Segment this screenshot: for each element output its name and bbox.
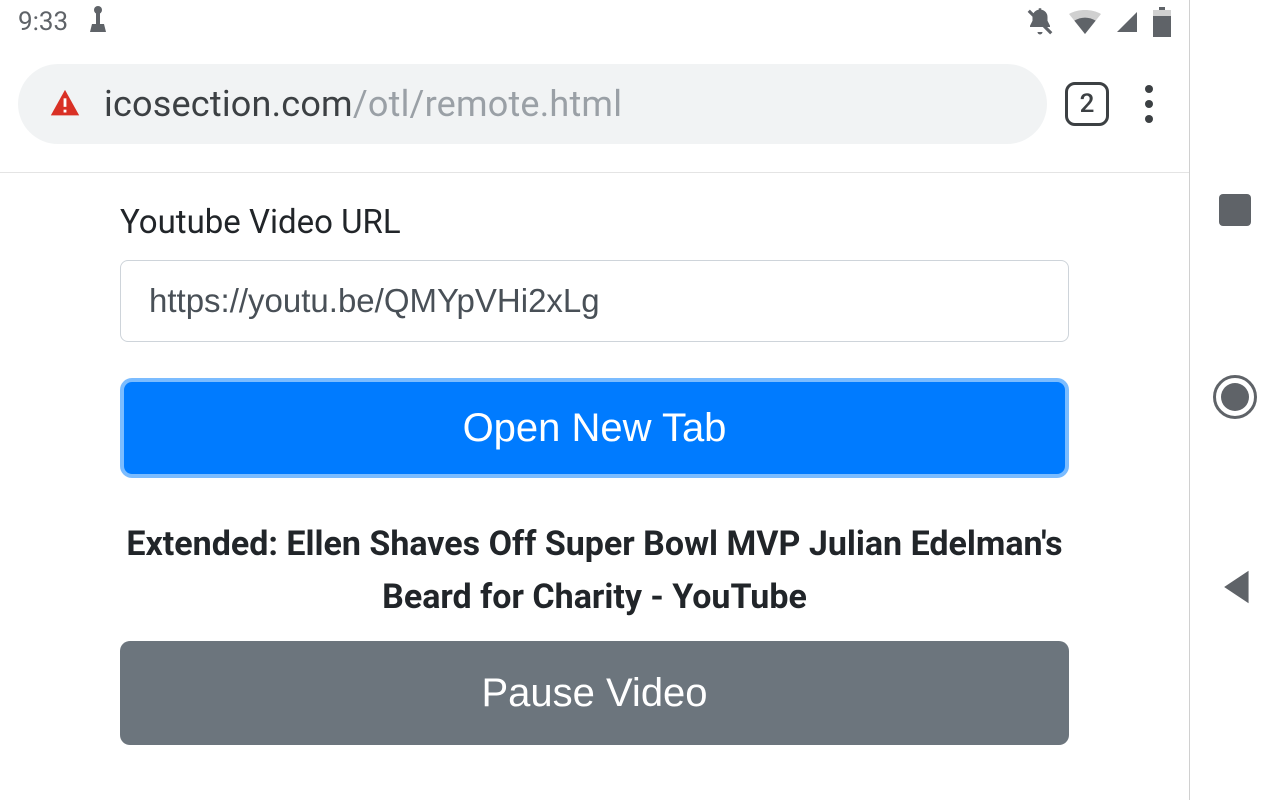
clock-text: 9:33 [18,7,68,37]
more-menu-button[interactable] [1127,85,1171,123]
notifications-off-icon [1025,7,1055,37]
address-bar[interactable]: icosection.com/otl/remote.html [18,64,1047,144]
home-button[interactable] [1213,375,1257,419]
tab-count: 2 [1080,89,1095,119]
browser-toolbar: icosection.com/otl/remote.html 2 [0,44,1189,173]
wifi-icon [1069,10,1101,34]
open-new-tab-button[interactable]: Open New Tab [120,378,1069,478]
tab-switcher-button[interactable]: 2 [1065,82,1109,126]
status-bar: 9:33 [0,0,1189,44]
url-text: icosection.com/otl/remote.html [104,83,622,125]
dot-icon [1145,115,1153,123]
page-content: Youtube Video URL Open New Tab Extended:… [0,173,1189,800]
url-host: icosection.com [104,83,353,125]
back-button[interactable] [1218,568,1252,606]
dot-icon [1145,100,1153,108]
dot-icon [1145,85,1153,93]
video-title-text: Extended: Ellen Shaves Off Super Bowl MV… [120,518,1069,623]
url-path: /otl/remote.html [353,83,622,125]
url-input-label: Youtube Video URL [120,203,1069,242]
navigation-rail [1190,0,1280,800]
recent-apps-button[interactable] [1219,194,1251,226]
battery-icon [1153,7,1171,37]
cellular-icon [1115,10,1139,34]
touch-icon [86,4,110,41]
pause-video-button[interactable]: Pause Video [120,641,1069,745]
security-warning-icon [48,87,82,121]
youtube-url-input[interactable] [120,260,1069,342]
